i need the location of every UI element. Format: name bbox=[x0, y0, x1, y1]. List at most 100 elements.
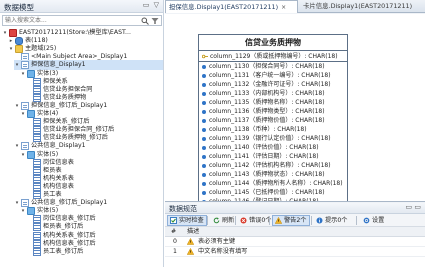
column-dot-icon bbox=[202, 91, 206, 96]
column-dot-icon bbox=[202, 136, 206, 141]
entity-column[interactable]: column_1142（评估机构名称）: CHAR(18) bbox=[199, 161, 347, 170]
filter-icon[interactable] bbox=[151, 17, 159, 25]
button-label: 实时检查 bbox=[179, 217, 204, 224]
tab-card-diagram[interactable]: 卡片信息.Display1(EAST20171211) bbox=[300, 0, 425, 13]
key-icon bbox=[202, 54, 208, 58]
expand-toggle-icon[interactable]: ▾ bbox=[20, 111, 26, 117]
tree-item[interactable]: 员工表_修订后 bbox=[26, 247, 163, 257]
column-label: column_1132（金融许可证号）: CHAR(18) bbox=[209, 81, 331, 88]
panel-window-controls[interactable]: ▭ ▭ bbox=[406, 203, 421, 211]
entity-column[interactable]: column_1138（币种）: CHAR(18) bbox=[199, 125, 347, 134]
expand-toggle-icon[interactable]: ▾ bbox=[14, 103, 20, 109]
column-list: column_1130（担保合同号）: CHAR(18) column_1131（… bbox=[199, 62, 347, 201]
issues-table-header: # 描述 bbox=[165, 227, 425, 237]
data-model-panel-header: 数据模型 ▭ ▽ bbox=[0, 0, 163, 13]
toolbar-divider bbox=[356, 216, 357, 225]
column-dot-icon bbox=[202, 64, 206, 69]
button-label: 提示0个 bbox=[325, 217, 348, 224]
row-number: 0 bbox=[173, 238, 177, 245]
entity-column[interactable]: column_1139（银行认定价值）: CHAR(18) bbox=[199, 134, 347, 143]
table-row[interactable]: 0 表必须有主键 bbox=[165, 237, 425, 247]
error-icon bbox=[240, 217, 247, 224]
standard-toolbar: 实时检查 刷新 错误0个 警告2个 提示0个 设置 bbox=[165, 214, 425, 227]
tree-item-label: 员工表_修订后 bbox=[43, 247, 84, 255]
column-label: column_1137（质押物价值）: CHAR(18) bbox=[209, 117, 325, 124]
column-dot-icon bbox=[202, 145, 206, 150]
entity-column[interactable]: column_1133（内部机构号）: CHAR(18) bbox=[199, 89, 347, 98]
editor-tab-bar: 担保信息.Display1(EAST20171211) × 卡片信息.Displa… bbox=[165, 0, 425, 13]
tab-guarantee-diagram[interactable]: 担保信息.Display1(EAST20171211) × bbox=[165, 0, 298, 13]
expand-toggle-icon[interactable]: ▾ bbox=[14, 62, 20, 68]
expand-toggle-icon[interactable]: ▾ bbox=[14, 200, 20, 206]
panel-title: 数据规范 bbox=[169, 205, 197, 213]
column-dot-icon bbox=[202, 163, 206, 168]
expand-toggle-icon[interactable]: ▾ bbox=[20, 208, 26, 214]
entity-column[interactable]: column_1143（质押物状态）: CHAR(18) bbox=[199, 170, 347, 179]
expand-toggle-icon[interactable]: ▾ bbox=[20, 152, 26, 158]
column-dot-icon bbox=[202, 82, 206, 87]
column-dot-icon bbox=[202, 127, 206, 132]
entity-column[interactable]: column_1136（质押物类型）: CHAR(18) bbox=[199, 107, 347, 116]
toolbar-divider bbox=[311, 216, 312, 225]
entity-column[interactable]: column_1130（担保合同号）: CHAR(18) bbox=[199, 62, 347, 71]
expand-toggle-icon[interactable]: ▾ bbox=[8, 46, 14, 52]
expand-toggle-icon[interactable]: ▾ bbox=[20, 71, 26, 77]
close-icon[interactable]: × bbox=[281, 1, 286, 13]
warnings-filter-button[interactable]: 警告2个 bbox=[272, 215, 310, 226]
hints-filter-button[interactable]: 提示0个 bbox=[314, 215, 350, 226]
table-row[interactable]: 1 中文名称没有填写 bbox=[165, 247, 425, 257]
settings-button[interactable]: 设置 bbox=[361, 215, 386, 226]
row-description: 表必须有主键 bbox=[198, 238, 236, 245]
entity-column[interactable]: column_1137（质押物价值）: CHAR(18) bbox=[199, 116, 347, 125]
entity-icon bbox=[33, 247, 41, 256]
search-box[interactable] bbox=[2, 15, 162, 26]
column-dot-icon bbox=[202, 109, 206, 114]
expand-toggle-icon[interactable]: ▾ bbox=[2, 30, 8, 36]
column-dot-icon bbox=[202, 181, 206, 186]
column-label: column_1135（质押物名称）: CHAR(18) bbox=[209, 99, 325, 106]
column-dot-icon bbox=[202, 100, 206, 105]
column-label: column_1130（担保合同号）: CHAR(18) bbox=[209, 63, 325, 70]
refresh-icon bbox=[213, 217, 220, 224]
column-header-number: # bbox=[171, 228, 177, 235]
entity-column[interactable]: column_1140（评估价值）: CHAR(18) bbox=[199, 143, 347, 152]
entity-column[interactable]: column_1132（金融许可证号）: CHAR(18) bbox=[199, 80, 347, 89]
search-icon[interactable] bbox=[141, 17, 149, 25]
tab-label: 卡片信息.Display1(EAST20171211) bbox=[303, 2, 413, 10]
column-label: column_1144（质押物所有人名称）: CHAR(18) bbox=[209, 180, 343, 187]
entity-column[interactable]: column_1144（质押物所有人名称）: CHAR(18) bbox=[199, 179, 347, 188]
expand-toggle-icon[interactable]: ▾ bbox=[14, 143, 20, 149]
diagram-canvas[interactable]: 信贷业务质押物 column_1129（质或抵押物编号）: CHAR(18) c… bbox=[165, 14, 425, 202]
column-dot-icon bbox=[202, 73, 206, 78]
panel-window-controls[interactable]: ▭ ▽ bbox=[143, 1, 160, 9]
warning-icon bbox=[186, 247, 195, 259]
primary-key-column[interactable]: column_1129（质或抵押物编号）: CHAR(18) bbox=[199, 51, 347, 62]
entity-column[interactable]: column_1131（客户统一编号）: CHAR(18) bbox=[199, 71, 347, 80]
entity-column[interactable]: column_1145（已抵押价值）: CHAR(18) bbox=[199, 188, 347, 197]
search-input[interactable] bbox=[5, 16, 135, 25]
column-label: column_1133（内部机构号）: CHAR(18) bbox=[209, 90, 325, 97]
refresh-button[interactable]: 刷新 bbox=[211, 215, 236, 226]
panel-title: 数据模型 bbox=[4, 3, 34, 12]
entity-column[interactable]: column_1135（质押物名称）: CHAR(18) bbox=[199, 98, 347, 107]
column-label: column_1131（客户统一编号）: CHAR(18) bbox=[209, 72, 331, 79]
expand-toggle-icon[interactable]: ▸ bbox=[8, 38, 14, 44]
column-label: column_1143（质押物状态）: CHAR(18) bbox=[209, 171, 325, 178]
realtime-check-button[interactable]: 实时检查 bbox=[167, 215, 207, 226]
entity-column[interactable]: column_1141（评估日期）: CHAR(18) bbox=[199, 152, 347, 161]
entity-box[interactable]: 信贷业务质押物 column_1129（质或抵押物编号）: CHAR(18) c… bbox=[198, 34, 348, 201]
data-standard-panel: 数据规范 ▭ ▭ 实时检查 刷新 错误0个 警告2个 提示0个 设置 # 描述 … bbox=[165, 203, 425, 267]
column-dot-icon bbox=[202, 154, 206, 159]
editor-area: 担保信息.Display1(EAST20171211) × 卡片信息.Displa… bbox=[165, 0, 425, 267]
entity-column[interactable]: column_1146（登记日期）: CHAR(18) bbox=[199, 197, 347, 201]
